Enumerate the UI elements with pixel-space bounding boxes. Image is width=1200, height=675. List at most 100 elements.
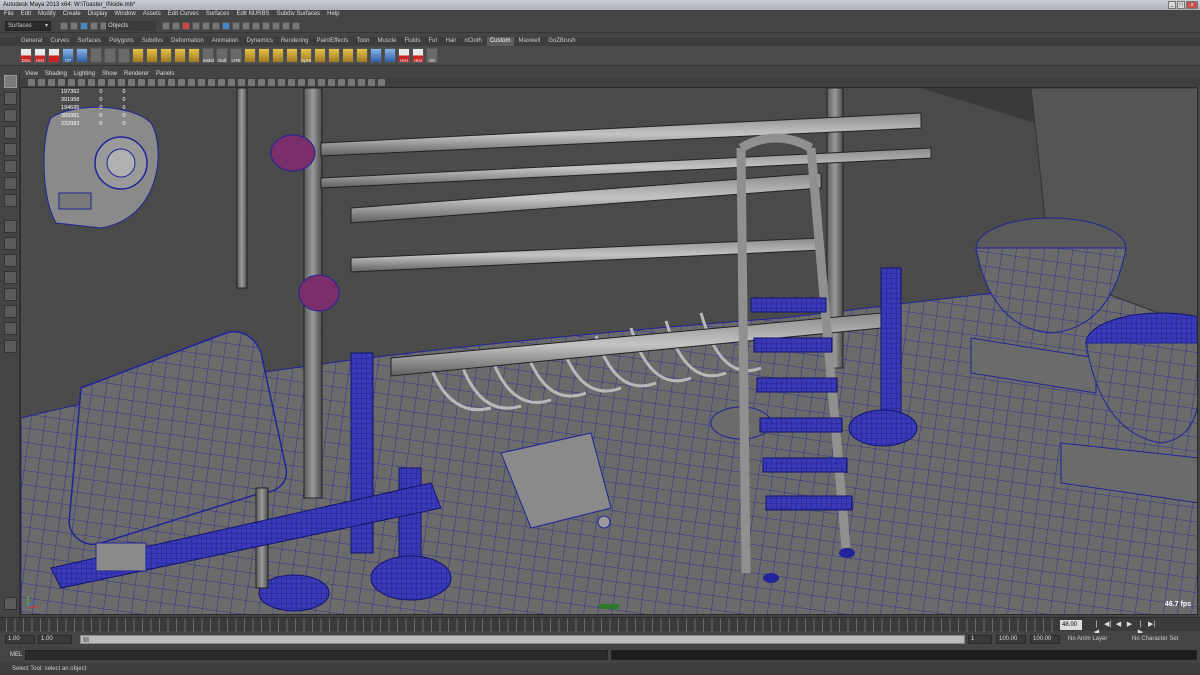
go-to-end-icon[interactable]: ▶| xyxy=(1148,621,1155,629)
step-forward-key-icon[interactable]: |▶ xyxy=(1137,621,1144,636)
dso-icon[interactable]: DSo xyxy=(20,48,32,63)
panel-tool-icon[interactable] xyxy=(358,79,365,86)
input-ops-icon[interactable] xyxy=(212,22,220,30)
panel-tool-icon[interactable] xyxy=(368,79,375,86)
menu-edit-nurbs[interactable]: Edit NURBS xyxy=(236,10,269,19)
panel-tool-icon[interactable] xyxy=(298,79,305,86)
menu-edit-curves[interactable]: Edit Curves xyxy=(168,10,199,19)
panel-tool-icon[interactable] xyxy=(338,79,345,86)
panel-tool-icon[interactable] xyxy=(108,79,115,86)
panel-tool-icon[interactable] xyxy=(378,79,385,86)
panel-menu-view[interactable]: View xyxy=(25,70,38,78)
cube-icon[interactable] xyxy=(104,48,116,63)
shelf-tab-painteffects[interactable]: PaintEffects xyxy=(314,37,352,46)
panel-tool-icon[interactable] xyxy=(198,79,205,86)
cylinder-icon[interactable] xyxy=(118,48,130,63)
playback-start-field[interactable]: 1.00 xyxy=(38,635,72,644)
panel-tool-icon[interactable] xyxy=(248,79,255,86)
hypershade-icon[interactable] xyxy=(252,22,260,30)
append-icon[interactable] xyxy=(272,48,284,63)
panel-tool-icon[interactable] xyxy=(38,79,45,86)
panel-tool-icon[interactable] xyxy=(268,79,275,86)
panel-tool-icon[interactable] xyxy=(158,79,165,86)
panel-tool-icon[interactable] xyxy=(48,79,55,86)
make-live-icon[interactable] xyxy=(202,22,210,30)
mirror-icon[interactable] xyxy=(370,48,382,63)
panel-tool-icon[interactable] xyxy=(148,79,155,86)
shelf-tab-ncloth[interactable]: nCloth xyxy=(462,37,485,46)
merge-icon[interactable] xyxy=(328,48,340,63)
soften-normals-icon[interactable]: SpNr xyxy=(300,48,312,63)
shelf-tab-fur[interactable]: Fur xyxy=(425,37,440,46)
panel-tool-icon[interactable] xyxy=(288,79,295,86)
render-icon[interactable] xyxy=(222,22,230,30)
panel-tool-icon[interactable] xyxy=(88,79,95,86)
menu-file[interactable]: File xyxy=(4,10,14,19)
layout-two-stack-icon[interactable] xyxy=(4,271,17,284)
scale-tool-icon[interactable] xyxy=(4,160,17,173)
shelf-tab-muscle[interactable]: Muscle xyxy=(374,37,399,46)
ffd-icon[interactable] xyxy=(48,48,60,63)
panel-tool-icon[interactable] xyxy=(98,79,105,86)
layout-four-icon[interactable] xyxy=(4,237,17,250)
snap-curve-icon[interactable] xyxy=(172,22,180,30)
panel-menu-shading[interactable]: Shading xyxy=(45,70,67,78)
lasso-tool-icon[interactable] xyxy=(4,92,17,105)
outliner-icon[interactable]: Outl xyxy=(216,48,228,63)
panel-tool-icon[interactable] xyxy=(78,79,85,86)
panel-tool-icon[interactable] xyxy=(28,79,35,86)
combine-icon[interactable] xyxy=(342,48,354,63)
panel-tool-icon[interactable] xyxy=(348,79,355,86)
shelf-tab-hair[interactable]: Hair xyxy=(442,37,459,46)
panel-tool-icon[interactable] xyxy=(228,79,235,86)
layout-single-icon[interactable] xyxy=(4,220,17,233)
shelf-tab-polygons[interactable]: Polygons xyxy=(106,37,137,46)
attribute-editor-icon[interactable] xyxy=(272,22,280,30)
render-settings-icon[interactable] xyxy=(242,22,250,30)
step-back-key-icon[interactable]: ◀| xyxy=(1104,621,1111,629)
anim-layer-select[interactable]: No Anim Layer xyxy=(1068,635,1107,644)
shelf-tab-rendering[interactable]: Rendering xyxy=(278,37,312,46)
smooth-shade-icon[interactable]: SS xyxy=(426,48,438,63)
move-tool-icon[interactable] xyxy=(4,126,17,139)
end-time-field[interactable]: 100.00 xyxy=(1030,635,1060,644)
selection-mode-label[interactable]: Objects xyxy=(106,21,156,31)
menu-subdiv-surfaces[interactable]: Subdiv Surfaces xyxy=(276,10,320,19)
paint-effects-icon[interactable] xyxy=(4,597,17,610)
panel-tool-icon[interactable] xyxy=(68,79,75,86)
shelf-tab-toon[interactable]: Toon xyxy=(353,37,372,46)
shelf-tab-subdivs[interactable]: Subdivs xyxy=(139,37,166,46)
panel-menu-lighting[interactable]: Lighting xyxy=(74,70,95,78)
panel-tool-icon[interactable] xyxy=(188,79,195,86)
range-slider-bar[interactable] xyxy=(80,635,965,644)
shelf-tab-curves[interactable]: Curves xyxy=(47,37,72,46)
open-scene-icon[interactable] xyxy=(70,22,78,30)
shelf-tab-maxwell[interactable]: Maxwell xyxy=(516,37,544,46)
panel-tool-icon[interactable] xyxy=(238,79,245,86)
panel-menu-show[interactable]: Show xyxy=(102,70,117,78)
panel-tool-icon[interactable] xyxy=(168,79,175,86)
shelf-tab-surfaces[interactable]: Surfaces xyxy=(74,37,104,46)
minimize-button[interactable]: _ xyxy=(1168,1,1176,9)
rotate-tool-icon[interactable] xyxy=(4,143,17,156)
uv-editor-icon[interactable]: UTE xyxy=(230,48,242,63)
shelf-tab-custom[interactable]: Custom xyxy=(486,37,514,46)
ipr-render-icon[interactable] xyxy=(232,22,240,30)
menu-modify[interactable]: Modify xyxy=(38,10,56,19)
playback-end-field[interactable]: 100.00 xyxy=(996,635,1026,644)
separate-icon[interactable] xyxy=(356,48,368,63)
panel-tool-icon[interactable] xyxy=(328,79,335,86)
shelf-tab-fluids[interactable]: Fluids xyxy=(401,37,423,46)
snap-point-icon[interactable] xyxy=(182,22,190,30)
maximize-button[interactable]: □ xyxy=(1177,1,1185,9)
tool-settings-icon[interactable] xyxy=(282,22,290,30)
panel-tool-icon[interactable] xyxy=(178,79,185,86)
shelf-tab-general[interactable]: General xyxy=(18,37,45,46)
cone-icon[interactable] xyxy=(132,48,144,63)
sphere-icon[interactable] xyxy=(90,48,102,63)
snap-grid-icon[interactable] xyxy=(162,22,170,30)
current-frame-field[interactable]: 48.00 xyxy=(1060,620,1082,630)
save-scene-icon[interactable] xyxy=(80,22,88,30)
play-forward-icon[interactable]: ▶ xyxy=(1126,621,1133,629)
menu-surfaces[interactable]: Surfaces xyxy=(206,10,230,19)
